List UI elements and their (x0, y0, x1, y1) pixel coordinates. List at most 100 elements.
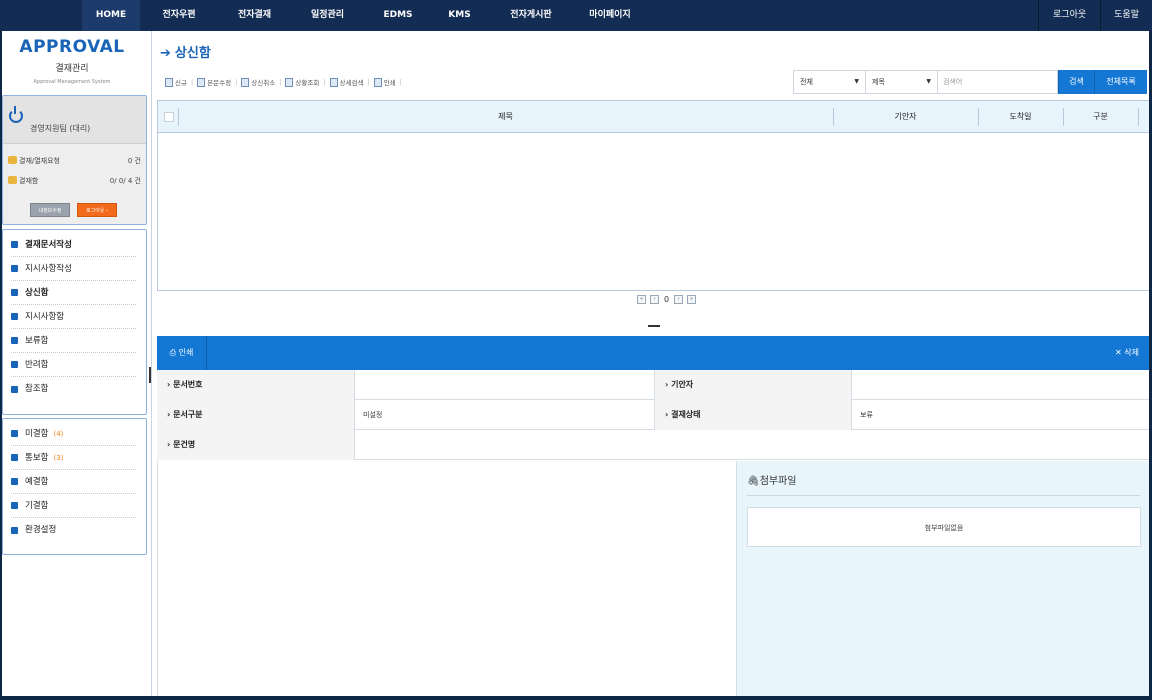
nav-kms[interactable]: KMS (432, 0, 487, 31)
menu-item-write-approval[interactable]: 결재문서작성 (11, 233, 136, 257)
paperclip-icon: 🖇 (747, 476, 760, 487)
edit-body-button[interactable]: 본문수정 (197, 77, 231, 87)
col-arrival[interactable]: 도착일 (978, 101, 1063, 133)
status-icon (285, 77, 294, 87)
document-grid: 제목 기안자 도착일 구분 (157, 100, 1149, 291)
logout-link[interactable]: 로그아웃 (1038, 0, 1100, 31)
caret-down-icon: ▼ (854, 78, 859, 85)
detail-header: ⎙ 인쇄 ✕ 삭제 (157, 336, 1149, 370)
menu-item-sent[interactable]: 상신함 (11, 281, 136, 305)
menu-item-held[interactable]: 보류함 (11, 329, 136, 353)
power-icon (9, 106, 23, 123)
sidebar: APPROVAL 결재관리 Approval Management System… (2, 31, 152, 696)
menu-item-rejected[interactable]: 반려함 (11, 353, 136, 377)
scope-select[interactable]: 전체 ▼ (793, 70, 866, 94)
app-logo: APPROVAL 결재관리 Approval Management System (2, 37, 142, 85)
pagination: « ‹ 0 › » (635, 295, 698, 304)
nav-email[interactable]: 전자우편 (140, 0, 218, 31)
top-right: 로그아웃 도움말 (1038, 0, 1152, 31)
page-number: 0 (664, 295, 670, 304)
menu-item-reference[interactable]: 참조함 (11, 377, 136, 401)
doc-type-label: › 문서구분 (157, 400, 355, 430)
attachment-title: 🖇첨부파일 (747, 476, 797, 487)
menu-item-instructions[interactable]: 지시사항함 (11, 305, 136, 329)
menu-group-2: 미결함 (4) 통보함 (3) 예결함 기결함 환경설정 (2, 418, 147, 555)
pending-request-count: 0 건 (127, 157, 141, 165)
status-label: › 결재상태 (654, 400, 852, 430)
menu-group-1: 결재문서작성 지시사항작성 상신함 지시사항함 보류함 반려함 참조함 (2, 229, 147, 415)
caret-down-icon: ▼ (926, 78, 931, 85)
help-link[interactable]: 도움말 (1100, 0, 1152, 31)
gear-icon (11, 526, 18, 534)
user-name: 경영지원팀 (대리) (30, 124, 91, 133)
menu-item-write-instruction[interactable]: 지시사항작성 (11, 257, 136, 281)
detail-search-button[interactable]: 상세검색 (329, 77, 363, 87)
content-area: ➔ 상신함 신규 | 본문수정 | 상신취소 | 상황조회 | 상세검색 | 인쇄 | 전체 ▼… (155, 31, 1149, 696)
folder-icon (11, 385, 18, 393)
logo-tagline: Approval Management System (33, 79, 111, 85)
nav-board[interactable]: 전자게시판 (487, 0, 575, 31)
menu-item-pending[interactable]: 미결함 (4) (11, 422, 136, 446)
folder-icon (8, 176, 17, 184)
folder-icon (11, 361, 18, 368)
new-button[interactable]: 신규 (165, 77, 187, 87)
nav-mypage[interactable]: 마이페이지 (575, 0, 645, 31)
menu-item-completed[interactable]: 기결함 (11, 494, 136, 518)
folder-icon (11, 313, 18, 320)
drafter-label: › 기안자 (654, 370, 852, 400)
pending-request-label: 결재/열재요청 (19, 157, 60, 165)
edit-profile-button[interactable]: 내정보수정 (30, 203, 70, 217)
arrow-right-icon: ➔ (160, 46, 171, 61)
doc-no-label: › 문서번호 (157, 370, 355, 400)
col-title[interactable]: 제목 (178, 101, 833, 133)
select-all-checkbox[interactable] (164, 112, 174, 122)
logo-subtitle: 결재관리 (55, 64, 89, 74)
print-toolbar-button[interactable]: 인쇄 (373, 77, 396, 87)
menu-item-notified[interactable]: 통보함 (3) (11, 446, 136, 470)
detail-row: › 문서구분 미설정 › 결재상태 보류 (157, 400, 1149, 430)
delete-button[interactable]: ✕ 삭제 (1115, 336, 1139, 370)
list-all-button[interactable]: 전체목록 (1094, 70, 1147, 94)
search-button[interactable]: 검색 (1058, 70, 1094, 94)
print-button[interactable]: ⎙ 인쇄 (157, 336, 207, 370)
search-input[interactable]: 검색어 (938, 70, 1058, 94)
pending-request-row[interactable]: 결재/열재요청 0 건 (8, 156, 141, 166)
field-select[interactable]: 제목 ▼ (866, 70, 938, 94)
cancel-doc-icon (241, 77, 250, 87)
cancel-submit-button[interactable]: 상신취소 (241, 77, 275, 87)
approval-box-count: 0/ 0/ 4 건 (109, 177, 141, 185)
status-value: 보류 (860, 411, 873, 419)
edit-doc-icon (197, 77, 206, 87)
next-page-button[interactable]: › (674, 295, 684, 304)
nav-edms[interactable]: EDMS (364, 0, 432, 31)
nav-schedule[interactable]: 일정관리 (291, 0, 364, 31)
folder-icon (11, 289, 18, 296)
logo-title: APPROVAL (19, 37, 125, 57)
pane-splitter[interactable] (648, 325, 660, 327)
printer-icon (373, 77, 382, 87)
status-view-button[interactable]: 상황조회 (285, 77, 319, 87)
folder-icon (11, 478, 18, 485)
top-nav: HOME 전자우편 전자결재 일정관리 EDMS KMS 전자게시판 마이페이지… (0, 0, 1152, 31)
sidebar-splitter[interactable] (149, 367, 151, 383)
toolbar: 신규 | 본문수정 | 상신취소 | 상황조회 | 상세검색 | 인쇄 | (165, 76, 406, 88)
doc-type-value: 미설정 (363, 411, 383, 419)
bell-icon (11, 265, 18, 272)
logout-button[interactable]: 로그아웃 › (77, 203, 117, 217)
file-name-label: › 문건명 (157, 430, 355, 460)
col-drafter[interactable]: 기안자 (833, 101, 978, 133)
nav-approval[interactable]: 전자결재 (218, 0, 291, 31)
folder-icon (11, 502, 18, 509)
nav-home[interactable]: HOME (82, 0, 140, 31)
attachment-empty: 첨부파일없음 (747, 507, 1141, 547)
col-type[interactable]: 구분 (1063, 101, 1138, 133)
menu-item-settings[interactable]: 환경설정 (11, 518, 136, 542)
search-doc-icon (329, 77, 338, 87)
first-page-button[interactable]: « (637, 295, 646, 304)
approval-box-label: 결재함 (19, 177, 39, 185)
prev-page-button[interactable]: ‹ (650, 295, 659, 304)
search-bar: 전체 ▼ 제목 ▼ 검색어 검색 전체목록 (793, 70, 1147, 94)
menu-item-pre-approved[interactable]: 예결함 (11, 470, 136, 494)
last-page-button[interactable]: » (687, 295, 697, 304)
approval-box-row[interactable]: 결재함 0/ 0/ 4 건 (8, 176, 141, 186)
